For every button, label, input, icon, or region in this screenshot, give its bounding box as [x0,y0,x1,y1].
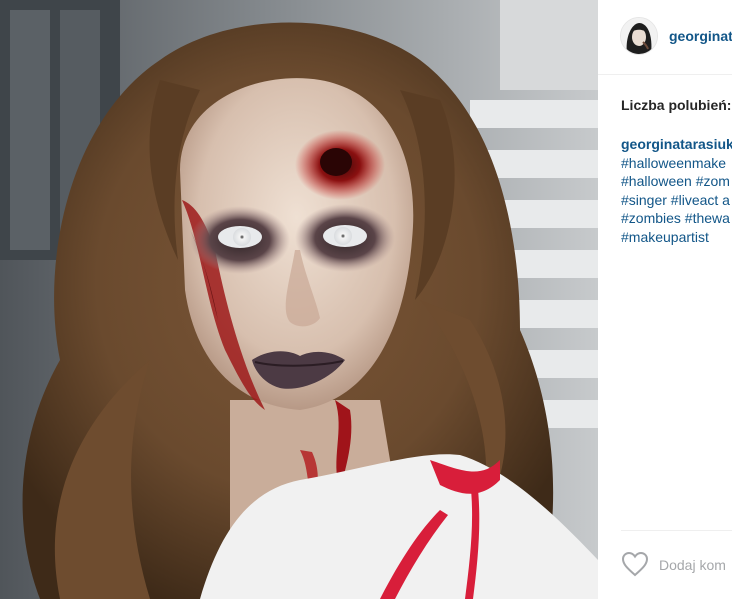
hashtag-line[interactable]: #halloweenmake [621,154,732,173]
heart-outline-icon[interactable] [621,551,649,577]
post-photo[interactable] [0,0,598,599]
hashtag-line[interactable]: #halloween #zom [621,172,732,191]
hashtag-line[interactable]: #zombies #thewa [621,209,732,228]
username-link[interactable]: georginat [669,28,732,44]
likes-label: Liczba polubień: [621,97,732,113]
avatar-image [621,18,657,54]
post-actions [621,530,732,599]
zombie-makeup-photo [0,0,598,599]
caption-author-link[interactable]: georginatarasiuk [621,135,732,154]
comment-input[interactable] [659,555,732,575]
avatar[interactable] [620,17,658,55]
post-side-panel: georginat Liczba polubień: georginataras… [598,0,732,599]
hashtag-line[interactable]: #singer #liveact a [621,191,732,210]
post-header: georginat [598,0,732,75]
hashtag-line[interactable]: #makeupartist [621,228,732,247]
post-caption: georginatarasiuk #halloweenmake #hallowe… [621,135,732,246]
